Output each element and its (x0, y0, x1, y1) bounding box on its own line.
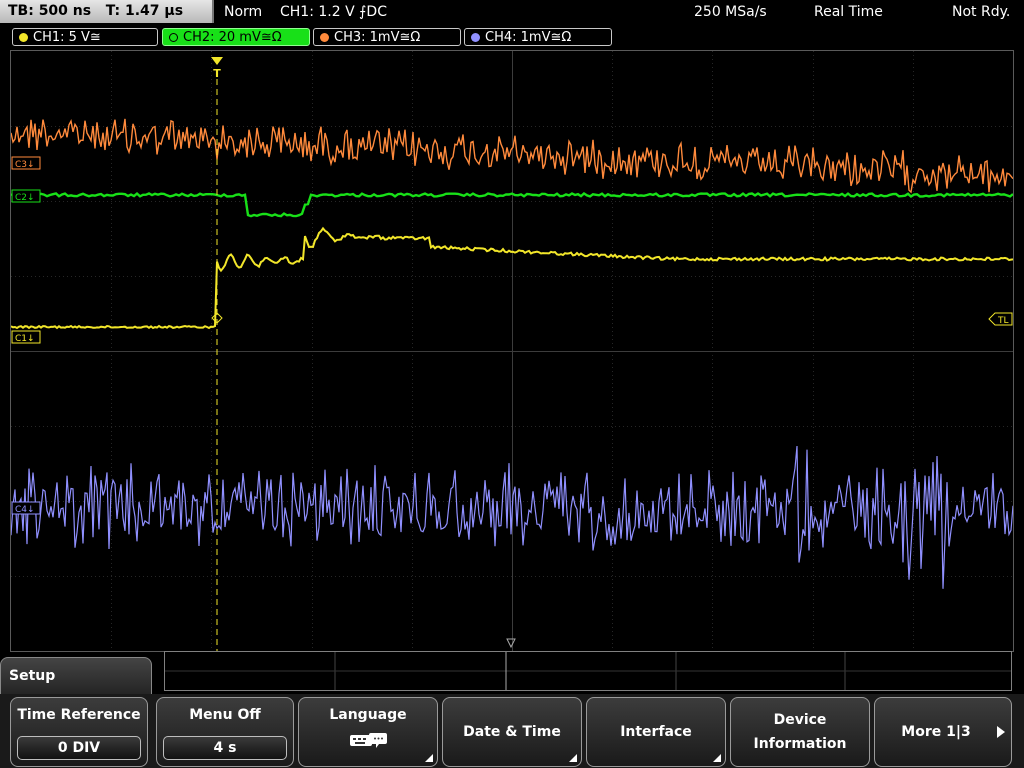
date-time-softkey[interactable]: Date & Time (442, 697, 582, 767)
channel-tab-ch1[interactable]: CH1: 5 V≅ (12, 28, 158, 46)
channel-tab-ch4[interactable]: CH4: 1mV≅Ω (464, 28, 612, 46)
time-reference-softkey[interactable]: Time Reference 0 DIV (10, 697, 148, 767)
channel-label: CH2: 20 mV≅Ω (183, 30, 282, 45)
trigger-level-marker[interactable]: TL (988, 312, 1013, 326)
acquisition-state: Not Rdy. (952, 4, 1011, 20)
trigger-position-marker[interactable]: T (211, 57, 223, 80)
submenu-corner-icon (425, 754, 433, 762)
zoom-overview-area (164, 651, 1012, 691)
svg-text:TL: TL (997, 316, 1009, 326)
trigger-pos-label: T (213, 67, 221, 80)
softkey-label: Menu Off (189, 707, 261, 723)
softkey-label: More 1|3 (901, 724, 971, 740)
softkey-label: Date & Time (463, 724, 561, 740)
softkey-label: Time Reference (17, 707, 141, 723)
right-arrow-icon (997, 726, 1005, 738)
channel-label: CH4: 1mV≅Ω (485, 30, 572, 45)
language-softkey[interactable]: Language (298, 697, 438, 767)
channel-tab-ch2[interactable]: CH2: 20 mV≅Ω (162, 28, 310, 46)
ch2-offset-marker[interactable]: C2↓ (11, 189, 41, 203)
softkey-label-line1: Device (773, 712, 827, 728)
channel-tab-ch3[interactable]: CH3: 1mV≅Ω (313, 28, 461, 46)
trigger-time-value: T: 1.47 µs (105, 3, 184, 19)
svg-text:C3↓: C3↓ (15, 160, 35, 170)
ch3-offset-marker[interactable]: C3↓ (11, 156, 41, 170)
ch4-dot-icon (471, 33, 480, 42)
menu-title-tab: Setup (0, 657, 152, 697)
ch1-dot-icon (19, 33, 28, 42)
keyboard-icon (350, 733, 387, 748)
device-information-softkey[interactable]: Device Information (730, 697, 870, 767)
submenu-corner-icon (713, 754, 721, 762)
channel-label: CH1: 5 V≅ (33, 30, 101, 45)
trigger-mode: Norm (224, 4, 263, 20)
ch1-offset-marker[interactable]: C1↓ (11, 330, 41, 344)
acquisition-mode: Real Time (814, 4, 883, 20)
softkey-label: Language (329, 707, 407, 723)
time-reference-marker (506, 638, 516, 649)
softkey-label: Interface (620, 724, 692, 740)
ch2-dot-icon (169, 33, 178, 42)
submenu-corner-icon (569, 754, 577, 762)
timebase-value: TB: 500 ns (8, 3, 92, 19)
softkey-label-line2: Information (753, 736, 847, 752)
waveform-display[interactable]: T C3↓ C2↓ C1↓ C4↓ TL (10, 50, 1014, 652)
timebase-box[interactable]: TB: 500 ns T: 1.47 µs (0, 0, 214, 23)
menu-off-value: 4 s (163, 736, 287, 760)
ch3-dot-icon (320, 33, 329, 42)
interface-softkey[interactable]: Interface (586, 697, 726, 767)
status-bar: TB: 500 ns T: 1.47 µs Norm CH1: 1.2 V ⨍D… (0, 0, 1024, 24)
more-softkey[interactable]: More 1|3 (874, 697, 1012, 767)
svg-text:C2↓: C2↓ (15, 193, 35, 203)
trigger-source: CH1: 1.2 V ⨍DC (280, 4, 387, 20)
menu-off-softkey[interactable]: Menu Off 4 s (156, 697, 294, 767)
channel-label: CH3: 1mV≅Ω (334, 30, 421, 45)
sample-rate: 250 MSa/s (694, 4, 767, 20)
time-reference-value: 0 DIV (17, 736, 141, 760)
svg-text:C1↓: C1↓ (15, 334, 35, 344)
svg-text:C4↓: C4↓ (15, 505, 35, 515)
menu-title: Setup (9, 668, 56, 684)
ch4-offset-marker[interactable]: C4↓ (11, 501, 41, 515)
